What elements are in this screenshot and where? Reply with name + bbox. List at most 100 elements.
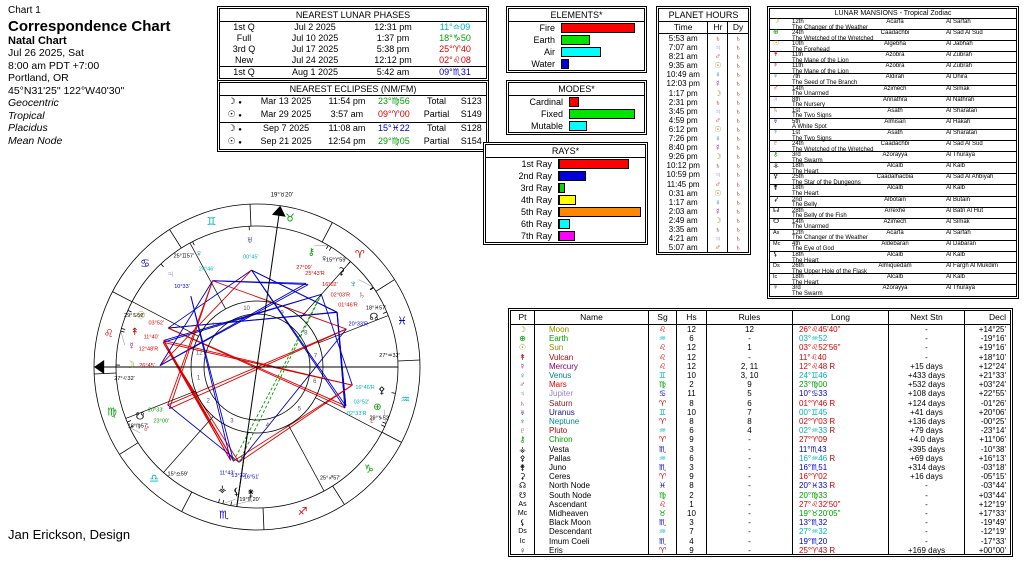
- planet-hours-panel: PLANET HOURS Time Hr Dy 5:53 am♄♄7:07 am…: [656, 6, 751, 255]
- sign-glyph-2: ♉: [285, 213, 295, 225]
- col-day-planet: Dy: [728, 22, 748, 33]
- lunar-mansions-rows: ☽12thAcarfaAl SarfahThe Changer of the W…: [770, 19, 1016, 296]
- mansion-row-saturn: ♄1stAsathAl SharatanThe Two Signs: [770, 108, 1016, 119]
- mansion-row-jupiter: ♃8thAnnathraAl NathrahThe Nursery: [770, 97, 1016, 108]
- planet-row-neptune: ♆Neptune♈8802°♈03 R+136 days-00°25': [511, 417, 1010, 426]
- elements-title: ELEMENTS*: [509, 9, 644, 22]
- wheel-planet-label-mars: 23°00': [154, 419, 170, 425]
- lunar-phases-title: NEAREST LUNAR PHASES: [220, 9, 486, 22]
- planet-row-ic: IcImum Coeli♏4-19°♏20--17°33': [511, 537, 1010, 546]
- wheel-planet-saturn: ♄: [358, 290, 366, 301]
- wheel-planet-juno: ⚵: [247, 488, 254, 499]
- lunar-phase-row: FullJul 10 20251:37 pm18°♑50: [220, 33, 486, 44]
- house-number-5: 5: [298, 406, 302, 412]
- planet-row-vulcan: ↟Vulcan♌12-11°♌40-+18°10': [511, 353, 1010, 362]
- wheel-planet-north_node: ☊: [369, 312, 378, 323]
- planet-hours-rows: 5:53 am♄♄7:07 am♃♄8:21 am♂♄9:35 am☉♄10:4…: [659, 34, 748, 252]
- birth-date: Jul 26 2025, Sat: [8, 47, 171, 60]
- planet-hour-row: 8:21 am♂♄: [659, 52, 748, 61]
- lunar-phase-row: 1st QAug 1 20255:42 am09°♏31: [220, 66, 486, 78]
- sign-glyph-10: ♑: [364, 464, 374, 476]
- mansion-row-eris: ♀3rdAzorayyaAl ThurayaThe Swarm: [770, 285, 1016, 296]
- mansion-row-sun: ☉10thAlgebhaAl JabhahThe Forehead: [770, 41, 1016, 52]
- wheel-planet-label-pluto: 02°33'R: [347, 411, 366, 417]
- planet-hours-title: PLANET HOURS: [659, 9, 748, 22]
- mansion-row-asc: As12thAcarfaAl SarfahThe Changer of the …: [770, 230, 1016, 241]
- sign-glyph-6: ♍: [107, 406, 117, 418]
- mansion-row-venus: ♀7thAldirahAl DhiraThe Seed of The Branc…: [770, 74, 1016, 85]
- sign-glyph-1: ♈: [355, 249, 365, 261]
- sign-glyph-8: ♏: [219, 509, 229, 521]
- wheel-planet-moon: ☽: [126, 360, 135, 371]
- bar-row-3rd-ray: 3rd Ray: [486, 182, 645, 194]
- house-number-12: 12: [196, 350, 203, 356]
- mansion-row-ds: Ds26thAlmiquedamAl Fargh Al MukdimThe Up…: [770, 263, 1016, 274]
- mansion-row-ceres: ⚳2ndAlbotainAl ButainThe Belly: [770, 197, 1016, 208]
- planet-row-moon: ☽Moon♌121226°♌45'40"-+14°25': [511, 325, 1010, 334]
- planet-hours-header: Time Hr Dy: [659, 22, 748, 34]
- sign-glyph-4: ♋: [140, 258, 150, 270]
- planet-row-sun: ☉Sun♌12103°♌52'56"-+19°16': [511, 343, 1010, 352]
- wheel-planet-label-sun: 03°52': [149, 320, 165, 326]
- mansion-row-juno: ⚵18thAlcalbAl KalbThe Heart: [770, 185, 1016, 196]
- birth-place: Portland, OR: [8, 72, 171, 85]
- mansion-row-uranus: ♅5thAlmisanAl HakahA White Spot: [770, 119, 1016, 130]
- wheel-planet-label-jupiter: 10°33': [174, 284, 190, 290]
- lunar-phase-row: 1st QJul 2 202512:31 pm11°≏09: [220, 22, 486, 33]
- wheel-planet-venus: ♀: [195, 249, 203, 260]
- wheel-planet-mercury: ☿: [128, 341, 136, 352]
- planet-row-south_node: ☋South Node♍2-20°♍33-+03°44': [511, 491, 1010, 500]
- sign-glyph-5: ♌: [104, 328, 114, 340]
- house-number-11: 11: [212, 323, 219, 329]
- wheel-planet-vesta: ⚶: [218, 484, 227, 495]
- col-time: Time: [659, 22, 708, 33]
- planet-hour-row: 5:07 am♂♄: [659, 243, 748, 252]
- wheel-planet-label-venus: 24°46': [199, 267, 215, 273]
- wheel-planet-neptune: ♆: [350, 279, 358, 290]
- solar-eclipse-row: ☉ ●Mar 29 20253:57 am09°♈00PartialS149: [220, 109, 486, 122]
- bar-row-fire: Fire: [509, 22, 644, 34]
- planet-row-asc: AsAscendant♌1-27°♌32'50"-+12°19': [511, 500, 1010, 509]
- wheel-planet-jupiter: ♃: [167, 269, 175, 280]
- planet-hour-row: 3:45 pm♃♄: [659, 107, 748, 116]
- chart-number: Chart 1: [8, 5, 171, 18]
- wheel-planet-label-uranus: 00°45': [243, 255, 259, 261]
- house-number-8: 8: [304, 331, 308, 337]
- planet-row-ceres: ⚳Ceres♈9-16°♈02+16 days-05°15': [511, 472, 1010, 481]
- planet-hour-row: 1:17 pm☽♄: [659, 89, 748, 98]
- planet-hour-row: 10:59 pm♃♄: [659, 170, 748, 179]
- mansion-row-ic: Ic18thAlcalbAl KalbThe Heart: [770, 274, 1016, 285]
- designer-credit: Jan Erickson, Design: [8, 527, 130, 542]
- solar-eclipse-row: ☉ ●Sep 21 202512:54 pm29°♍05PartialS154: [220, 136, 486, 149]
- house-number-10: 10: [243, 306, 250, 312]
- mansion-row-earth: ⊕24thCaadachbiAl Sad Al SudThe Wretched …: [770, 30, 1016, 41]
- lunar-phase-row: NewJul 24 202512:12 pm02°♌08: [220, 55, 486, 66]
- planet-row-pallas: ⚴Pallas♒6-16°♒46 R+69 days+16°13': [511, 454, 1010, 463]
- wheel-planet-uranus: ♅: [246, 235, 254, 246]
- wheel-planet-label-ceres: 16°02': [322, 282, 338, 288]
- sign-glyph-12: ♓: [397, 315, 407, 327]
- bar-row-6th-ray: 6th Ray: [486, 218, 645, 230]
- setting-node-type: Mean Node: [8, 135, 171, 148]
- chart-info: Chart 1 Correspondence Chart Natal Chart…: [8, 5, 171, 147]
- planet-row-earth: ⊕Earth♒6-03°♒52--19°16': [511, 334, 1010, 343]
- wheel-planet-vulcan: ↟: [131, 327, 139, 338]
- modes-panel: MODES* CardinalFixedMutable: [506, 80, 647, 135]
- page: Chart 1 Correspondence Chart Natal Chart…: [0, 0, 1024, 562]
- wheel-planet-label-chiron: 27°09': [296, 265, 312, 271]
- planet-row-mars: ♂Mars♍2923°♍00+532 days+03°24': [511, 380, 1010, 389]
- bar-row-cardinal: Cardinal: [509, 96, 644, 108]
- wheel-planet-ceres: ⚳: [338, 267, 345, 278]
- bar-row-mutable: Mutable: [509, 120, 644, 132]
- eclipses-title: NEAREST ECLIPSES (NM/FM): [220, 83, 486, 96]
- house-number-2: 2: [207, 399, 211, 405]
- mansion-row-south_node: ☋14thAzimechAl SimakThe Unarmed: [770, 219, 1016, 230]
- wheel-planet-label-pallas: 16°46'R: [355, 385, 374, 391]
- planet-hour-row: 5:53 am♄♄: [659, 34, 748, 43]
- planets-table-panel: PtNameSgHsRulesLongNext StnDecl ☽Moon♌12…: [508, 308, 1013, 557]
- mansion-row-pluto: ♇24thCaadachbiAl Sad Al SudThe Wretched …: [770, 141, 1016, 152]
- bar-row-4th-ray: 4th Ray: [486, 194, 645, 206]
- planet-row-north_node: ☊North Node♓8-20°♓33 R--03°44': [511, 481, 1010, 490]
- planet-hour-row: 0:31 am☉♄: [659, 189, 748, 198]
- wheel-planet-label-eris: 25°43'R: [305, 271, 324, 277]
